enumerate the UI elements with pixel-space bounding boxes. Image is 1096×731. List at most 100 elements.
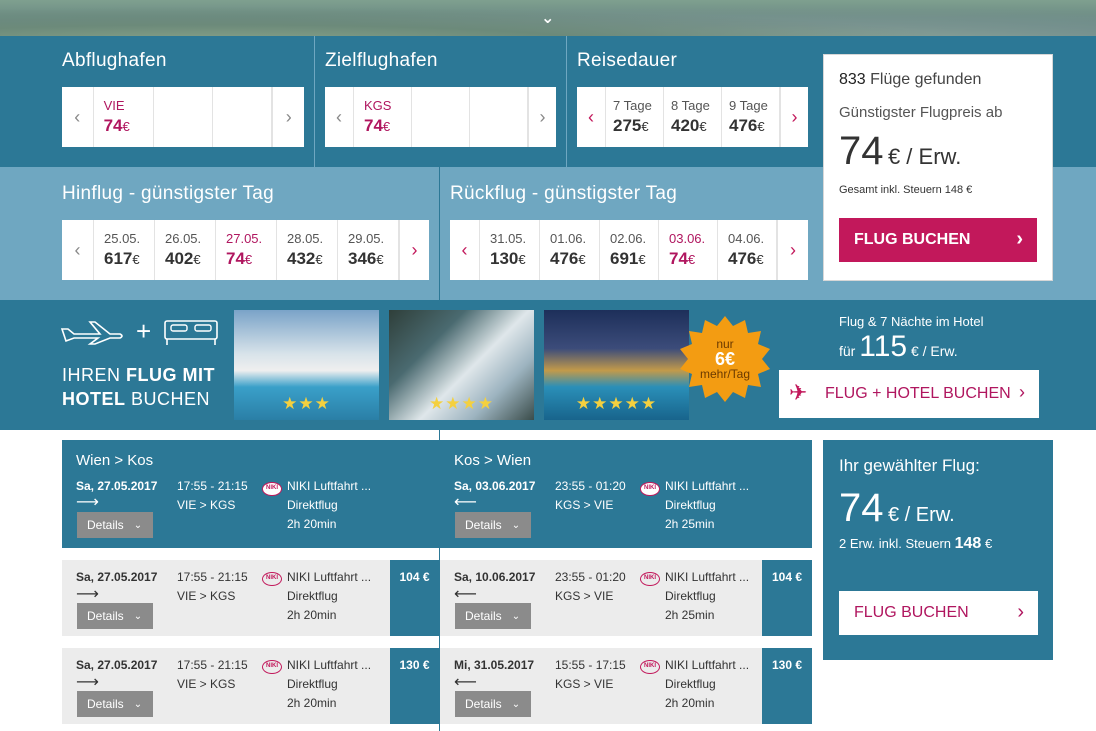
flight-date: Sa, 27.05.2017 [76, 658, 158, 672]
currency: € [315, 252, 323, 267]
currency: € [687, 252, 696, 267]
flight-type: Direktflug [287, 677, 338, 691]
flight-duration: 2h 20min [287, 696, 337, 710]
prev-arrow-icon[interactable]: ‹ [450, 220, 480, 280]
day-cell[interactable]: 02.06. 691€ [600, 220, 659, 280]
flight-option-row[interactable]: Sa, 10.06.2017 ⟵ 23:55 - 01:20 KGS > VIE… [440, 560, 812, 636]
currency: € [132, 252, 140, 267]
details-label: Details [465, 518, 502, 532]
selected-outbound: Wien > Kos Sa, 27.05.2017 ⟶ 17:55 - 21:1… [62, 440, 439, 548]
price: 617 [104, 249, 133, 268]
offer-prefix: für [839, 343, 856, 359]
day-date: 03.06. [669, 231, 706, 246]
price: 476 [728, 249, 757, 268]
destination-cell[interactable]: KGS 74€ [354, 87, 412, 147]
flight-date: Sa, 27.05.2017 [76, 570, 158, 584]
duration-cell[interactable]: 9 Tage 476€ [722, 87, 780, 147]
book-flight-button[interactable]: FLUG BUCHEN › [839, 218, 1037, 262]
flight-time: 17:55 - 21:15 [177, 658, 248, 672]
flight-route: KGS > VIE [555, 498, 614, 512]
promo-text: IHREN [62, 365, 127, 385]
chevron-down-icon: ⌄ [511, 519, 521, 531]
destination-selector: ‹ KGS 74€ › [325, 87, 556, 147]
day-date: 31.05. [490, 231, 527, 246]
cheapest-label: Günstigster Flugpreis ab [839, 104, 1003, 121]
day-cell[interactable]: 25.05. 617€ [94, 220, 155, 280]
details-button[interactable]: Details ⌄ [455, 512, 531, 538]
book-flight-hotel-button[interactable]: ✈ FLUG + HOTEL BUCHEN › [779, 370, 1039, 418]
flight-option-row[interactable]: Mi, 31.05.2017 ⟵ 15:55 - 17:15 KGS > VIE… [440, 648, 812, 724]
day-cell-selected[interactable]: 27.05. 74€ [216, 220, 277, 280]
outbound-day-selector: ‹ 25.05. 617€ 26.05. 402€ 27.05. 74€ 28.05.… [62, 220, 429, 280]
flight-option-row[interactable]: Sa, 27.05.2017 ⟶ 17:55 - 21:15 VIE > KGS… [62, 560, 439, 636]
details-button[interactable]: Details ⌄ [455, 691, 531, 717]
chevron-down-icon[interactable]: ⌄ [541, 8, 554, 28]
day-cell[interactable]: 29.05. 346€ [338, 220, 399, 280]
details-label: Details [87, 697, 124, 711]
day-cell[interactable]: 01.06. 476€ [540, 220, 600, 280]
hotel-promo-text: IHREN FLUG MIT HOTEL BUCHEN [62, 363, 215, 411]
flight-time: 17:55 - 21:15 [177, 479, 248, 493]
selected-flight-title: Ihr gewählter Flug: [839, 456, 980, 475]
currency: € [756, 252, 764, 267]
currency: € [578, 252, 586, 267]
next-arrow-icon[interactable]: › [780, 87, 808, 147]
next-arrow-icon[interactable]: › [272, 87, 304, 147]
prev-arrow-icon[interactable]: ‹ [325, 87, 354, 147]
details-button[interactable]: Details ⌄ [455, 603, 531, 629]
airline-logo-icon: NIKI [262, 482, 282, 496]
star-rating: ★★★★ [429, 394, 494, 413]
offer-price: 115 [859, 330, 908, 363]
cheapest-price: 74 [839, 129, 884, 173]
currency: € [638, 252, 646, 267]
hotel-photo[interactable]: ★★★★★ [544, 310, 689, 420]
chevron-down-icon: ⌄ [133, 610, 143, 622]
prev-arrow-icon[interactable]: ‹ [62, 220, 94, 280]
day-date: 25.05. [104, 231, 141, 246]
flight-time: 15:55 - 17:15 [555, 658, 626, 672]
arrow-left-icon: ⟵ [454, 494, 477, 511]
currency: € [376, 252, 384, 267]
day-date: 28.05. [287, 231, 324, 246]
found-label: Flüge gefunden [870, 71, 982, 88]
flight-count: 833 [839, 71, 866, 88]
price: 74 [669, 249, 688, 268]
promo-text-bold: HOTEL [62, 389, 126, 409]
airline-logo-icon: NIKI [262, 660, 282, 674]
origin-cell[interactable]: VIE 74€ [94, 87, 154, 147]
airport-code: KGS [364, 98, 392, 113]
details-label: Details [87, 609, 124, 623]
flight-duration: 2h 20min [287, 608, 337, 622]
next-arrow-icon[interactable]: › [399, 220, 429, 280]
flight-hotel-icon: ✈ [789, 380, 808, 405]
book-selected-flight-button[interactable]: FLUG BUCHEN › [839, 591, 1038, 635]
day-cell[interactable]: 26.05. 402€ [155, 220, 216, 280]
duration-cell[interactable]: 8 Tage 420€ [664, 87, 722, 147]
flight-route: VIE > KGS [177, 498, 236, 512]
flight-option-row[interactable]: Sa, 27.05.2017 ⟶ 17:55 - 21:15 VIE > KGS… [62, 648, 439, 724]
day-cell[interactable]: 31.05. 130€ [480, 220, 540, 280]
details-button[interactable]: Details ⌄ [77, 603, 153, 629]
day-cell[interactable]: 04.06. 476€ [718, 220, 777, 280]
details-label: Details [465, 697, 502, 711]
flight-type: Direktflug [287, 589, 338, 603]
return-title: Rückflug - günstigster Tag [450, 183, 678, 204]
next-arrow-icon[interactable]: › [777, 220, 808, 280]
prev-arrow-icon[interactable]: ‹ [62, 87, 94, 147]
currency: € [757, 119, 765, 134]
chevron-down-icon: ⌄ [133, 519, 143, 531]
details-button[interactable]: Details ⌄ [77, 691, 153, 717]
day-cell-selected[interactable]: 03.06. 74€ [659, 220, 718, 280]
details-button[interactable]: Details ⌄ [77, 512, 153, 538]
chevron-right-icon: › [1017, 601, 1024, 623]
currency: € [382, 119, 391, 134]
day-cell[interactable]: 28.05. 432€ [277, 220, 338, 280]
flight-route: KGS > VIE [555, 677, 614, 691]
duration-cell[interactable]: 7 Tage 275€ [606, 87, 664, 147]
prev-arrow-icon[interactable]: ‹ [577, 87, 606, 147]
next-arrow-icon[interactable]: › [528, 87, 556, 147]
hotel-offer-price: für 115 € / Erw. [839, 330, 958, 364]
hotel-photo[interactable]: ★★★ [234, 310, 379, 420]
hotel-photo[interactable]: ★★★★ [389, 310, 534, 420]
day-date: 26.05. [165, 231, 202, 246]
